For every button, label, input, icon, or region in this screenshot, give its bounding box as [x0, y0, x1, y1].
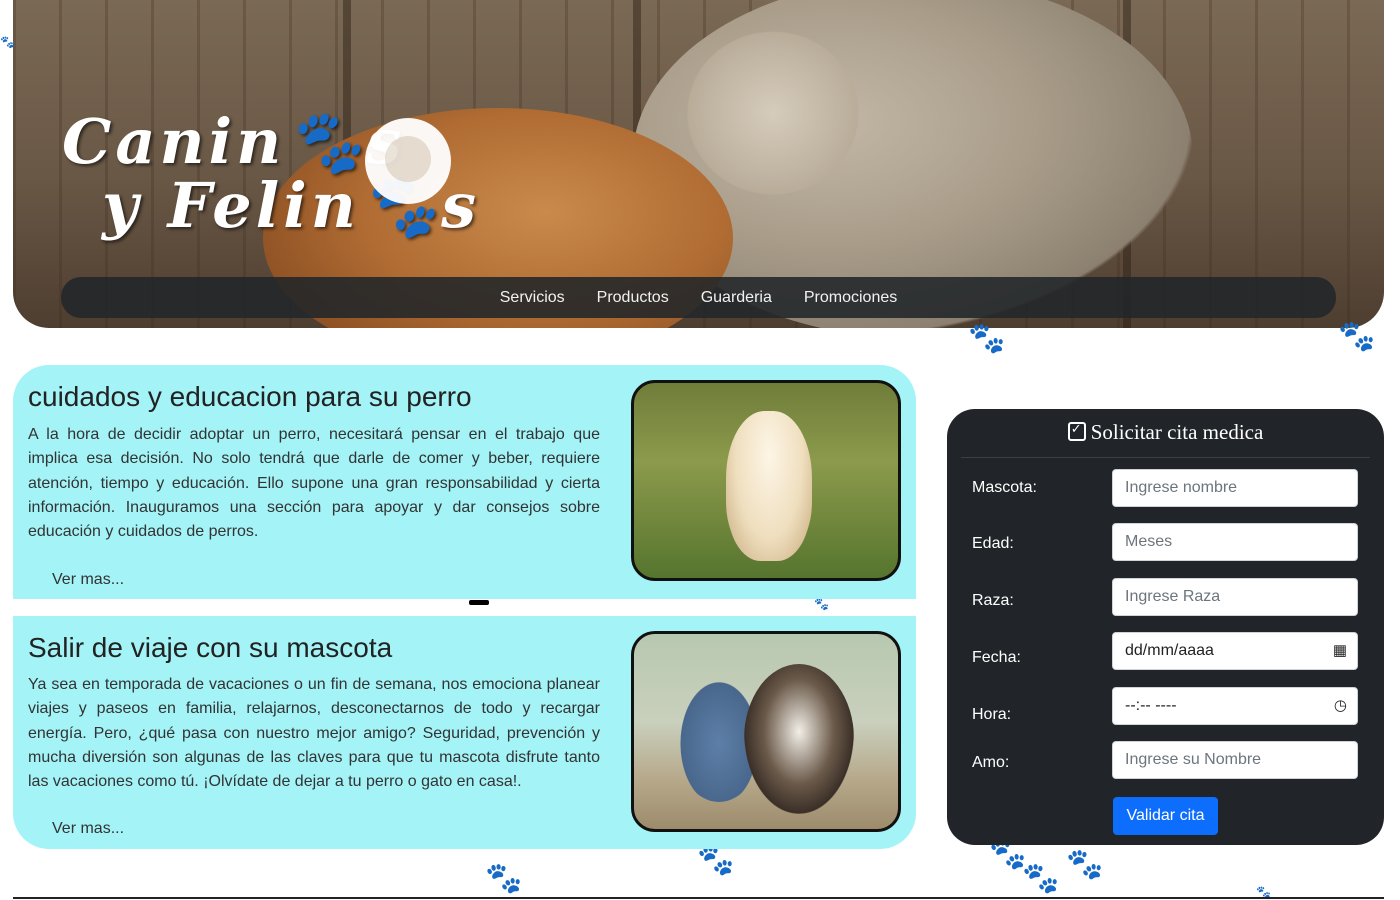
time-label: Hora:	[972, 706, 1012, 723]
nav-guarderia[interactable]: Guarderia	[685, 277, 788, 318]
calendar-check-icon	[1067, 422, 1086, 441]
age-placeholder: Meses	[1125, 533, 1173, 550]
paw-print-icon: 🐾	[814, 597, 829, 611]
paw-print-icon: 🐾	[0, 35, 15, 49]
form-title: Solicitar cita medica	[947, 420, 1384, 445]
read-more-link[interactable]: Ver mas...	[52, 820, 124, 838]
form-title-text: Solicitar cita medica	[1090, 420, 1264, 444]
validate-appointment-button[interactable]: Validar cita	[1113, 797, 1218, 835]
breed-placeholder: Ingrese Raza	[1125, 588, 1221, 605]
form-divider	[961, 457, 1370, 458]
puppy-photo	[631, 380, 901, 581]
date-placeholder: dd/mm/aaaa	[1125, 642, 1214, 659]
owner-placeholder: Ingrese su Nombre	[1125, 751, 1262, 768]
paw-print-icon: 🐾	[697, 844, 735, 877]
article-title: cuidados y educacion para su perro	[28, 381, 472, 412]
pet-name-label: Mascota:	[972, 479, 1037, 496]
time-input[interactable]: --:-- ---- ◷	[1112, 687, 1358, 725]
breed-input[interactable]: Ingrese Raza	[1112, 578, 1358, 616]
article-card-dog-care: cuidados y educacion para su perro A la …	[13, 365, 916, 599]
paw-print-icon: 🐾	[485, 862, 523, 895]
divider-mark	[469, 600, 489, 605]
paw-print-icon: 🐾	[968, 322, 1006, 355]
time-placeholder: --:-- ----	[1125, 697, 1177, 714]
nav-productos[interactable]: Productos	[581, 277, 685, 318]
footer-divider	[13, 897, 1384, 899]
travel-photo	[631, 631, 901, 832]
breed-label: Raza:	[972, 592, 1014, 609]
nav-servicios[interactable]: Servicios	[484, 277, 581, 318]
article-body: A la hora de decidir adoptar un perro, n…	[28, 426, 600, 541]
read-more-link[interactable]: Ver mas...	[52, 571, 124, 589]
paw-print-icon: 🐾	[1022, 862, 1060, 895]
main-navbar: Servicios Productos Guarderia Promocione…	[61, 277, 1336, 318]
clock-icon[interactable]: ◷	[1334, 688, 1347, 724]
pet-name-placeholder: Ingrese nombre	[1125, 479, 1238, 496]
date-input[interactable]: dd/mm/aaaa ▦	[1112, 632, 1358, 670]
husky-image	[744, 664, 854, 814]
article-title: Salir de viaje con su mascota	[28, 632, 393, 663]
calendar-icon[interactable]: ▦	[1333, 633, 1347, 669]
pet-name-input[interactable]: Ingrese nombre	[1112, 469, 1358, 507]
appointment-form: Solicitar cita medica Mascota: Ingrese n…	[947, 409, 1384, 845]
article-body: Ya sea en temporada de vacaciones o un f…	[28, 676, 600, 791]
nav-promociones[interactable]: Promociones	[788, 277, 913, 318]
paw-print-icon: 🐾	[1338, 320, 1376, 353]
logo-pet-icon	[365, 118, 451, 204]
article-card-travel: Salir de viaje con su mascota Ya sea en …	[13, 616, 916, 849]
age-input[interactable]: Meses	[1112, 523, 1358, 561]
owner-input[interactable]: Ingrese su Nombre	[1112, 741, 1358, 779]
age-label: Edad:	[972, 535, 1014, 552]
paw-print-icon: 🐾	[1066, 848, 1104, 881]
owner-label: Amo:	[972, 754, 1010, 771]
puppy-image	[726, 411, 812, 561]
date-label: Fecha:	[972, 649, 1021, 666]
